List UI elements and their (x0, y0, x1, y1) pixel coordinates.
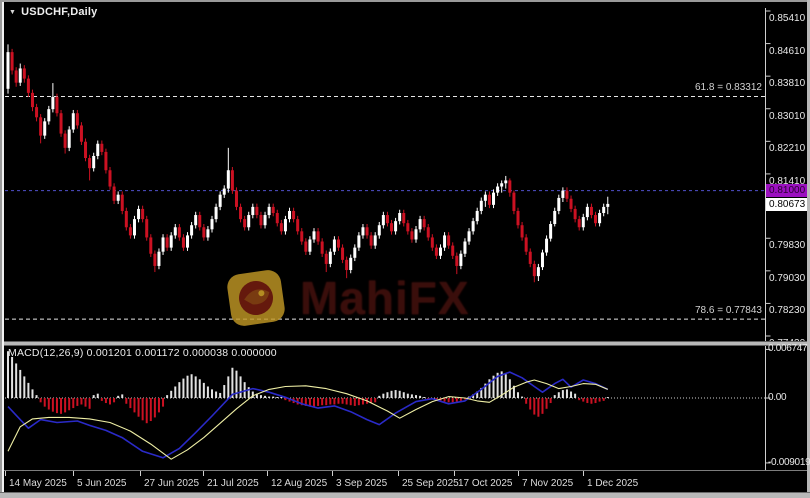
symbol-period-label[interactable]: ▼ USDCHF,Daily (9, 6, 98, 18)
window-frame-top (0, 0, 810, 2)
price-axis-label: 0.85410 (769, 13, 805, 24)
macd-main-line (8, 372, 608, 458)
price-axis-label: 0.83010 (769, 111, 805, 122)
price-axis-label: 0.83810 (769, 78, 805, 89)
macd-axis-label: 0.00 (768, 392, 786, 403)
window-frame-left-highlight (2, 2, 4, 494)
broker-watermark: MahiFX (224, 268, 470, 328)
chart-canvas[interactable] (0, 0, 810, 498)
time-axis[interactable]: 14 May 2025 5 Jun 2025 27 Jun 2025 21 Jul 2… (0, 471, 808, 492)
time-axis-label: 7 Nov 2025 (522, 478, 573, 489)
time-axis-separator (0, 470, 808, 471)
macd-indicator-label: MACD(12,26,9) 0.001201 0.001172 0.000038… (8, 347, 277, 359)
macd-axis-label: -0.009019 (768, 457, 810, 468)
price-axis-label: 0.79030 (769, 273, 805, 284)
price-axis-label: 0.84610 (769, 46, 805, 57)
order-price-flag: 0.81000 (766, 184, 809, 197)
time-axis-label: 27 Jun 2025 (144, 478, 199, 489)
price-axis-label: 0.79830 (769, 240, 805, 251)
time-axis-label: 12 Aug 2025 (271, 478, 327, 489)
macd-axis-label: 0.006747 (768, 343, 807, 354)
bid-price-flag: 0.80673 (766, 198, 809, 211)
panel-divider[interactable] (0, 341, 810, 346)
time-axis-label: 1 Dec 2025 (587, 478, 638, 489)
time-axis-label: 17 Oct 2025 (458, 478, 512, 489)
mt4-chart-window: MahiFX ▼ USDCHF,Daily MACD(12,26,9) 0.00… (0, 0, 810, 498)
candles-layer (7, 44, 610, 282)
fibonacci-level-label[interactable]: 78.6 = 0.77843 (695, 305, 762, 316)
time-axis-label: 5 Jun 2025 (77, 478, 127, 489)
macd-histogram-layer (5, 351, 765, 423)
dropdown-arrow-icon[interactable]: ▼ (9, 9, 16, 16)
symbol-period-text: USDCHF,Daily (21, 6, 97, 18)
time-axis-label: 21 Jul 2025 (207, 478, 259, 489)
time-axis-label: 25 Sep 2025 (402, 478, 459, 489)
time-axis-label: 3 Sep 2025 (336, 478, 387, 489)
fibonacci-level-label[interactable]: 61.8 = 0.83312 (695, 82, 762, 93)
window-frame-bottom (0, 492, 810, 498)
time-axis-label: 14 May 2025 (9, 478, 67, 489)
axis-chrome-layer (6, 8, 771, 476)
broker-logo-icon (224, 268, 288, 328)
macd-signal-line (8, 380, 608, 459)
price-axis-label: 0.78230 (769, 305, 805, 316)
price-axis-label: 0.82210 (769, 143, 805, 154)
watermark-text: MahiFX (300, 271, 470, 325)
